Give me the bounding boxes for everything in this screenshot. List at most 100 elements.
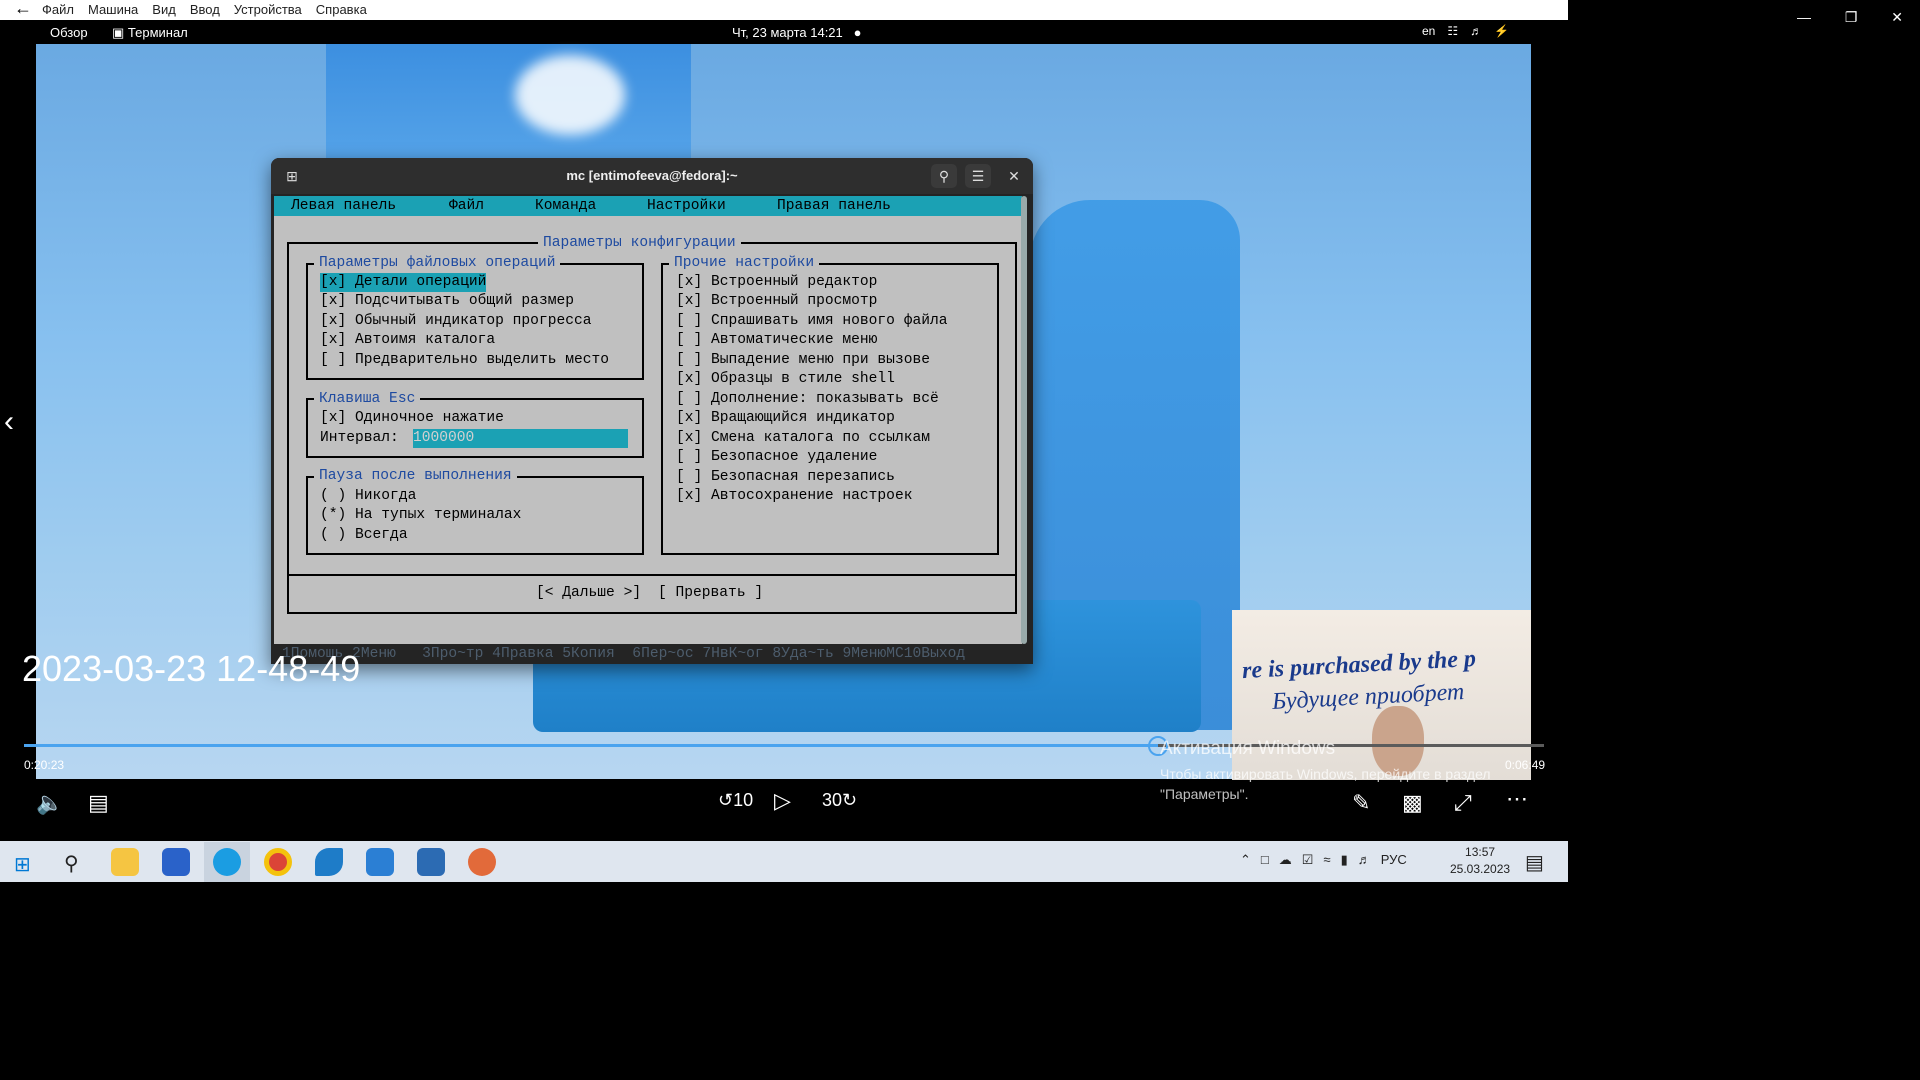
play-icon[interactable]: ▷: [774, 788, 791, 814]
dialog-title-text: Параметры конфигурации: [538, 235, 741, 251]
system-tray[interactable]: ⌃ □ ☁ ☑ ≈ ▮ ♬ РУС: [1240, 852, 1407, 868]
menu-help[interactable]: Справка: [316, 2, 367, 17]
checkbox-count-total-size[interactable]: [x] Подсчитывать общий размер: [320, 292, 574, 311]
lang-indicator: en: [1422, 24, 1436, 38]
menu-settings[interactable]: Настройки: [647, 198, 726, 214]
menu-devices[interactable]: Устройства: [234, 2, 302, 17]
battery-icon: ▮: [1340, 852, 1348, 867]
menu-file[interactable]: Файл: [449, 198, 484, 214]
checkbox-auto-menus[interactable]: [ ] Автоматические меню: [676, 331, 877, 350]
file-ops-title: Параметры файловых операций: [314, 254, 561, 273]
interval-label: Интервал:: [320, 430, 399, 446]
checkbox-drop-down-menus[interactable]: [ ] Выпадение меню при вызове: [676, 351, 930, 370]
checkbox-preallocate[interactable]: [ ] Предварительно выделить место: [320, 351, 609, 370]
menu-view[interactable]: Вид: [152, 2, 176, 17]
terminal-header: ⊞ mc [entimofeeva@fedora]:~ ⚲ ☰ ✕: [271, 158, 1033, 194]
remaining-time: 0:06:49: [1505, 758, 1546, 772]
activities-button[interactable]: Обзор: [50, 25, 88, 40]
start-icon[interactable]: ⊞: [14, 852, 31, 877]
edge-icon[interactable]: [213, 848, 241, 876]
menu-left-panel[interactable]: Левая панель: [291, 198, 396, 214]
terminal-title: mc [entimofeeva@fedora]:~: [566, 168, 738, 183]
menu-file[interactable]: Файл: [42, 2, 74, 17]
function-keys-bar[interactable]: 1Помощь 2Меню 3Про~тр 4Правка 5Копия 6Пе…: [274, 644, 1022, 664]
pause-title-text: Пауза после выполнения: [314, 468, 517, 484]
store-icon[interactable]: [162, 848, 190, 876]
forward-30-icon[interactable]: 30↻: [822, 790, 857, 811]
app-name: Терминал: [127, 25, 188, 40]
power-icon: ⚡: [1494, 24, 1510, 38]
file-explorer-icon[interactable]: [111, 848, 139, 876]
virtualbox-icon[interactable]: [417, 848, 445, 876]
mc-menubar: Левая панель Файл Команда Настройки Прав…: [274, 196, 1022, 216]
vm-menubar: ← Файл Машина Вид Ввод Устройства Справк…: [0, 0, 1568, 20]
back-arrow-icon[interactable]: ←: [14, 0, 44, 20]
checkbox-complete-show-all[interactable]: [ ] Дополнение: показывать всё: [676, 390, 939, 409]
terminal-window: ⊞ mc [entimofeeva@fedora]:~ ⚲ ☰ ✕ Левая …: [271, 158, 1033, 664]
radio-dumb-terminals[interactable]: (*) На тупых терминалах: [320, 506, 521, 525]
checkbox-rotating-dash[interactable]: [x] Вращающийся индикатор: [676, 409, 895, 428]
minimize-icon[interactable]: —: [1797, 9, 1811, 25]
vscode-icon[interactable]: [366, 848, 394, 876]
device-icon: □: [1260, 852, 1269, 867]
checkbox-internal-viewer[interactable]: [x] Встроенный просмотр: [676, 292, 877, 311]
esc-title: Клавиша Esc: [314, 390, 421, 409]
pause-title: Пауза после выполнения: [314, 467, 517, 486]
close-icon[interactable]: ✕: [1891, 9, 1903, 26]
checkbox-internal-editor[interactable]: [x] Встроенный редактор: [676, 273, 877, 292]
lang-indicator[interactable]: РУС: [1381, 852, 1407, 868]
checkbox-single-press[interactable]: [x] Одиночное нажатие: [320, 409, 504, 428]
checkbox-classic-progress[interactable]: [x] Обычный индикатор прогресса: [320, 312, 592, 331]
search-icon[interactable]: ⚲: [931, 164, 957, 188]
checkbox-safe-delete[interactable]: [ ] Безопасное удаление: [676, 448, 877, 467]
rewind-10-icon[interactable]: ↺10: [718, 790, 753, 811]
next-button[interactable]: [< Дальше >]: [536, 584, 641, 603]
close-icon[interactable]: ✕: [1001, 164, 1027, 188]
terminal-scrollbar[interactable]: [1021, 196, 1027, 644]
subtitles-icon[interactable]: ▤: [88, 790, 109, 816]
chevron-up-icon[interactable]: ⌃: [1240, 852, 1251, 868]
chrome-icon[interactable]: [264, 848, 292, 876]
progress-fill: [24, 744, 1158, 747]
taskbar-time: 13:57: [1465, 845, 1496, 859]
window-caption-buttons: — ❐ ✕: [1780, 0, 1920, 34]
mc-screen: Левая панель Файл Команда Настройки Прав…: [274, 196, 1022, 664]
activation-text: Чтобы активировать Windows, перейдите в …: [1160, 766, 1491, 802]
notifications-icon[interactable]: ▤: [1525, 850, 1544, 875]
gnome-tray[interactable]: en ☷ ♬ ⚡: [1422, 24, 1509, 38]
checkbox-operation-details[interactable]: [x] Детали операций: [320, 273, 487, 293]
radio-never[interactable]: ( ) Никогда: [320, 487, 416, 506]
checkbox-mkdir-autoname[interactable]: [x] Автоимя каталога: [320, 331, 495, 350]
vm-menu: Файл Машина Вид Ввод Устройства Справка: [42, 2, 367, 17]
volume-icon: ♬: [1357, 852, 1371, 867]
search-icon[interactable]: ⚲: [64, 851, 79, 876]
prev-arrow-icon[interactable]: ‹: [4, 405, 14, 439]
taskbar-date: 25.03.2023: [1450, 862, 1511, 876]
cloud-icon: ☁: [1278, 852, 1292, 867]
menu-command[interactable]: Команда: [535, 198, 596, 214]
radio-always[interactable]: ( ) Всегда: [320, 526, 408, 545]
cloud-decoration: [515, 55, 625, 135]
video-timestamp: 2023-03-23 12-48-49: [22, 648, 361, 689]
checkbox-safe-overwrite[interactable]: [ ] Безопасная перезапись: [676, 468, 895, 487]
restore-icon[interactable]: ❐: [1845, 9, 1858, 26]
checkbox-shell-patterns[interactable]: [x] Образцы в стиле shell: [676, 370, 895, 389]
menu-right-panel[interactable]: Правая панель: [777, 198, 891, 214]
checkbox-cd-follows-links[interactable]: [x] Смена каталога по ссылкам: [676, 429, 930, 448]
app-icon[interactable]: [315, 848, 343, 876]
app-menu-terminal[interactable]: ▣ Терминал: [112, 25, 188, 41]
interval-input[interactable]: 1000000: [413, 429, 628, 449]
activation-title: Активация Windows: [1160, 738, 1336, 759]
checkbox-autosave-setup[interactable]: [x] Автосохранение настроек: [676, 487, 912, 506]
hamburger-menu-icon[interactable]: ☰: [965, 164, 991, 188]
gnome-topbar: Обзор ▣ Терминал Чт, 23 марта 14:21 ● en…: [0, 20, 1568, 44]
paint-icon[interactable]: [468, 848, 496, 876]
volume-icon[interactable]: 🔈: [36, 790, 63, 816]
taskbar-clock[interactable]: 13:57 25.03.2023: [1450, 844, 1510, 878]
gnome-clock[interactable]: Чт, 23 марта 14:21 ●: [732, 25, 861, 40]
checkbox-ask-new-file-name[interactable]: [ ] Спрашивать имя нового файла: [676, 312, 948, 331]
menu-input[interactable]: Ввод: [190, 2, 220, 17]
file-ops-title-text: Параметры файловых операций: [314, 255, 561, 271]
menu-machine[interactable]: Машина: [88, 2, 138, 17]
cancel-button[interactable]: [ Прервать ]: [658, 584, 763, 603]
